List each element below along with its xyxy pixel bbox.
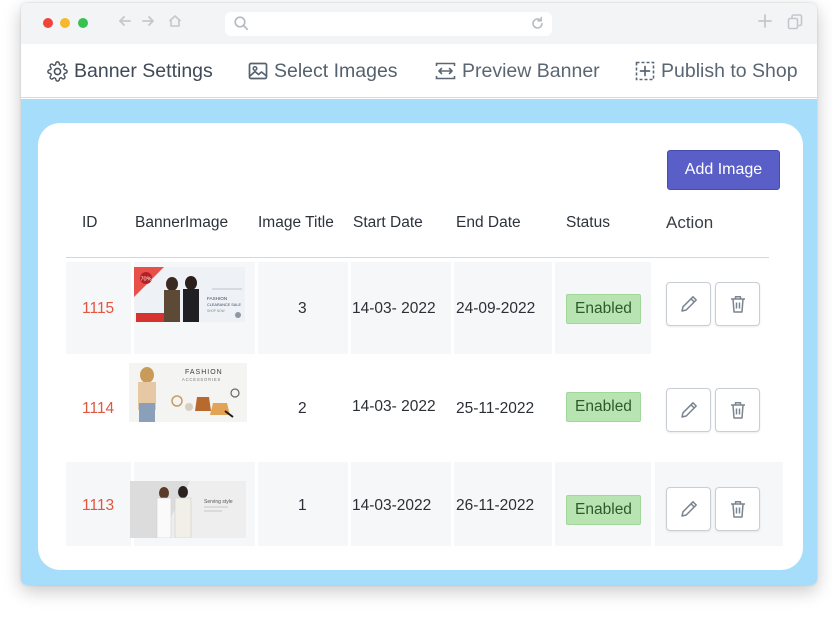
trash-icon <box>730 296 745 313</box>
column-header-id: ID <box>82 214 98 231</box>
row-end-date: 25-11-2022 <box>456 400 535 417</box>
thumb-text: Serving style <box>204 499 233 505</box>
delete-button[interactable] <box>715 388 760 432</box>
forward-arrow-icon[interactable] <box>140 13 156 34</box>
column-header-action: Action <box>666 213 714 232</box>
minimize-window-dot[interactable] <box>60 18 70 28</box>
back-arrow-icon[interactable] <box>117 13 133 34</box>
thumb-text: FASHION <box>207 296 227 301</box>
table-row: 1114 FASHION ACCESSORIES 2 14-03- 2022 2… <box>38 363 803 457</box>
table-row: 1113 Serving style 1 14-03-2022 26-11-20… <box>38 462 803 554</box>
thumb-text: CLEARANCE SALE <box>207 303 241 307</box>
image-icon <box>248 62 268 80</box>
status-badge: Enabled <box>566 392 641 422</box>
row-start-date: 14-03-2022 <box>352 497 432 514</box>
thumb-text: SHOP NOW <box>207 309 225 313</box>
row-id[interactable]: 1114 <box>82 400 114 418</box>
close-window-dot[interactable] <box>43 18 53 28</box>
status-badge: Enabled <box>566 495 641 525</box>
maximize-window-dot[interactable] <box>78 18 88 28</box>
pencil-edit-icon <box>680 296 697 312</box>
thumb-text: 70% <box>140 277 151 283</box>
preview-arrows-icon <box>435 62 456 80</box>
copy-tabs-icon[interactable] <box>786 13 804 31</box>
tab-label: Select Images <box>274 59 398 82</box>
publish-plus-icon <box>635 61 655 81</box>
row-id[interactable]: 1113 <box>82 497 114 515</box>
row-image-title: 3 <box>298 300 307 317</box>
status-badge: Enabled <box>566 294 641 324</box>
search-icon <box>234 16 249 31</box>
tab-select-images[interactable]: Select Images <box>248 57 398 85</box>
banner-thumbnail[interactable]: Serving style <box>130 481 246 538</box>
row-end-date: 24-09-2022 <box>456 300 536 317</box>
browser-titlebar <box>21 3 817 44</box>
thumb-text: ACCESSORIES <box>182 377 221 382</box>
trash-icon <box>730 402 745 419</box>
column-header-start-date: Start Date <box>353 214 423 231</box>
tab-preview-banner[interactable]: Preview Banner <box>435 57 600 85</box>
thumb-text: FASHION <box>185 369 223 376</box>
banner-thumbnail[interactable]: FASHION ACCESSORIES <box>129 363 247 422</box>
tab-label: Banner Settings <box>74 59 213 82</box>
table-row: 1115 70% FASHION CLEARANCE SALE SHOP NOW… <box>38 262 803 354</box>
column-header-end-date: End Date <box>456 214 521 231</box>
header-divider <box>66 257 769 258</box>
banner-thumbnail[interactable]: 70% FASHION CLEARANCE SALE SHOP NOW <box>134 267 245 322</box>
column-header-banner-image: BannerImage <box>135 214 229 231</box>
tab-publish-to-shop[interactable]: Publish to Shop <box>635 57 798 85</box>
row-start-date: 14-03- 2022 <box>352 398 436 415</box>
address-bar[interactable] <box>225 12 552 36</box>
row-end-date: 26-11-2022 <box>456 497 535 514</box>
column-header-status: Status <box>566 214 610 231</box>
row-image-title: 1 <box>298 497 307 514</box>
delete-button[interactable] <box>715 487 760 531</box>
row-id[interactable]: 1115 <box>82 300 114 318</box>
tab-label: Publish to Shop <box>661 59 798 82</box>
delete-button[interactable] <box>715 282 760 326</box>
home-icon[interactable] <box>167 13 183 34</box>
tab-banner-settings[interactable]: Banner Settings <box>47 57 213 85</box>
pencil-edit-icon <box>680 402 697 418</box>
edit-button[interactable] <box>666 388 711 432</box>
images-panel: Add Image ID BannerImage Image Title Sta… <box>38 123 803 570</box>
row-image-title: 2 <box>298 400 307 417</box>
reload-icon[interactable] <box>529 15 546 32</box>
content-area: Add Image ID BannerImage Image Title Sta… <box>21 99 817 585</box>
new-tab-plus-icon[interactable] <box>756 12 774 30</box>
add-image-button[interactable]: Add Image <box>667 150 780 190</box>
trash-icon <box>730 501 745 518</box>
tab-label: Preview Banner <box>462 59 600 82</box>
column-header-image-title: Image Title <box>258 214 334 231</box>
edit-button[interactable] <box>666 487 711 531</box>
row-start-date: 14-03- 2022 <box>352 300 436 317</box>
edit-button[interactable] <box>666 282 711 326</box>
tab-bar: Banner Settings Select Images Preview Ba… <box>21 44 817 137</box>
gear-icon <box>47 60 68 82</box>
browser-window: Banner Settings Select Images Preview Ba… <box>21 3 817 585</box>
pencil-edit-icon <box>680 501 697 517</box>
